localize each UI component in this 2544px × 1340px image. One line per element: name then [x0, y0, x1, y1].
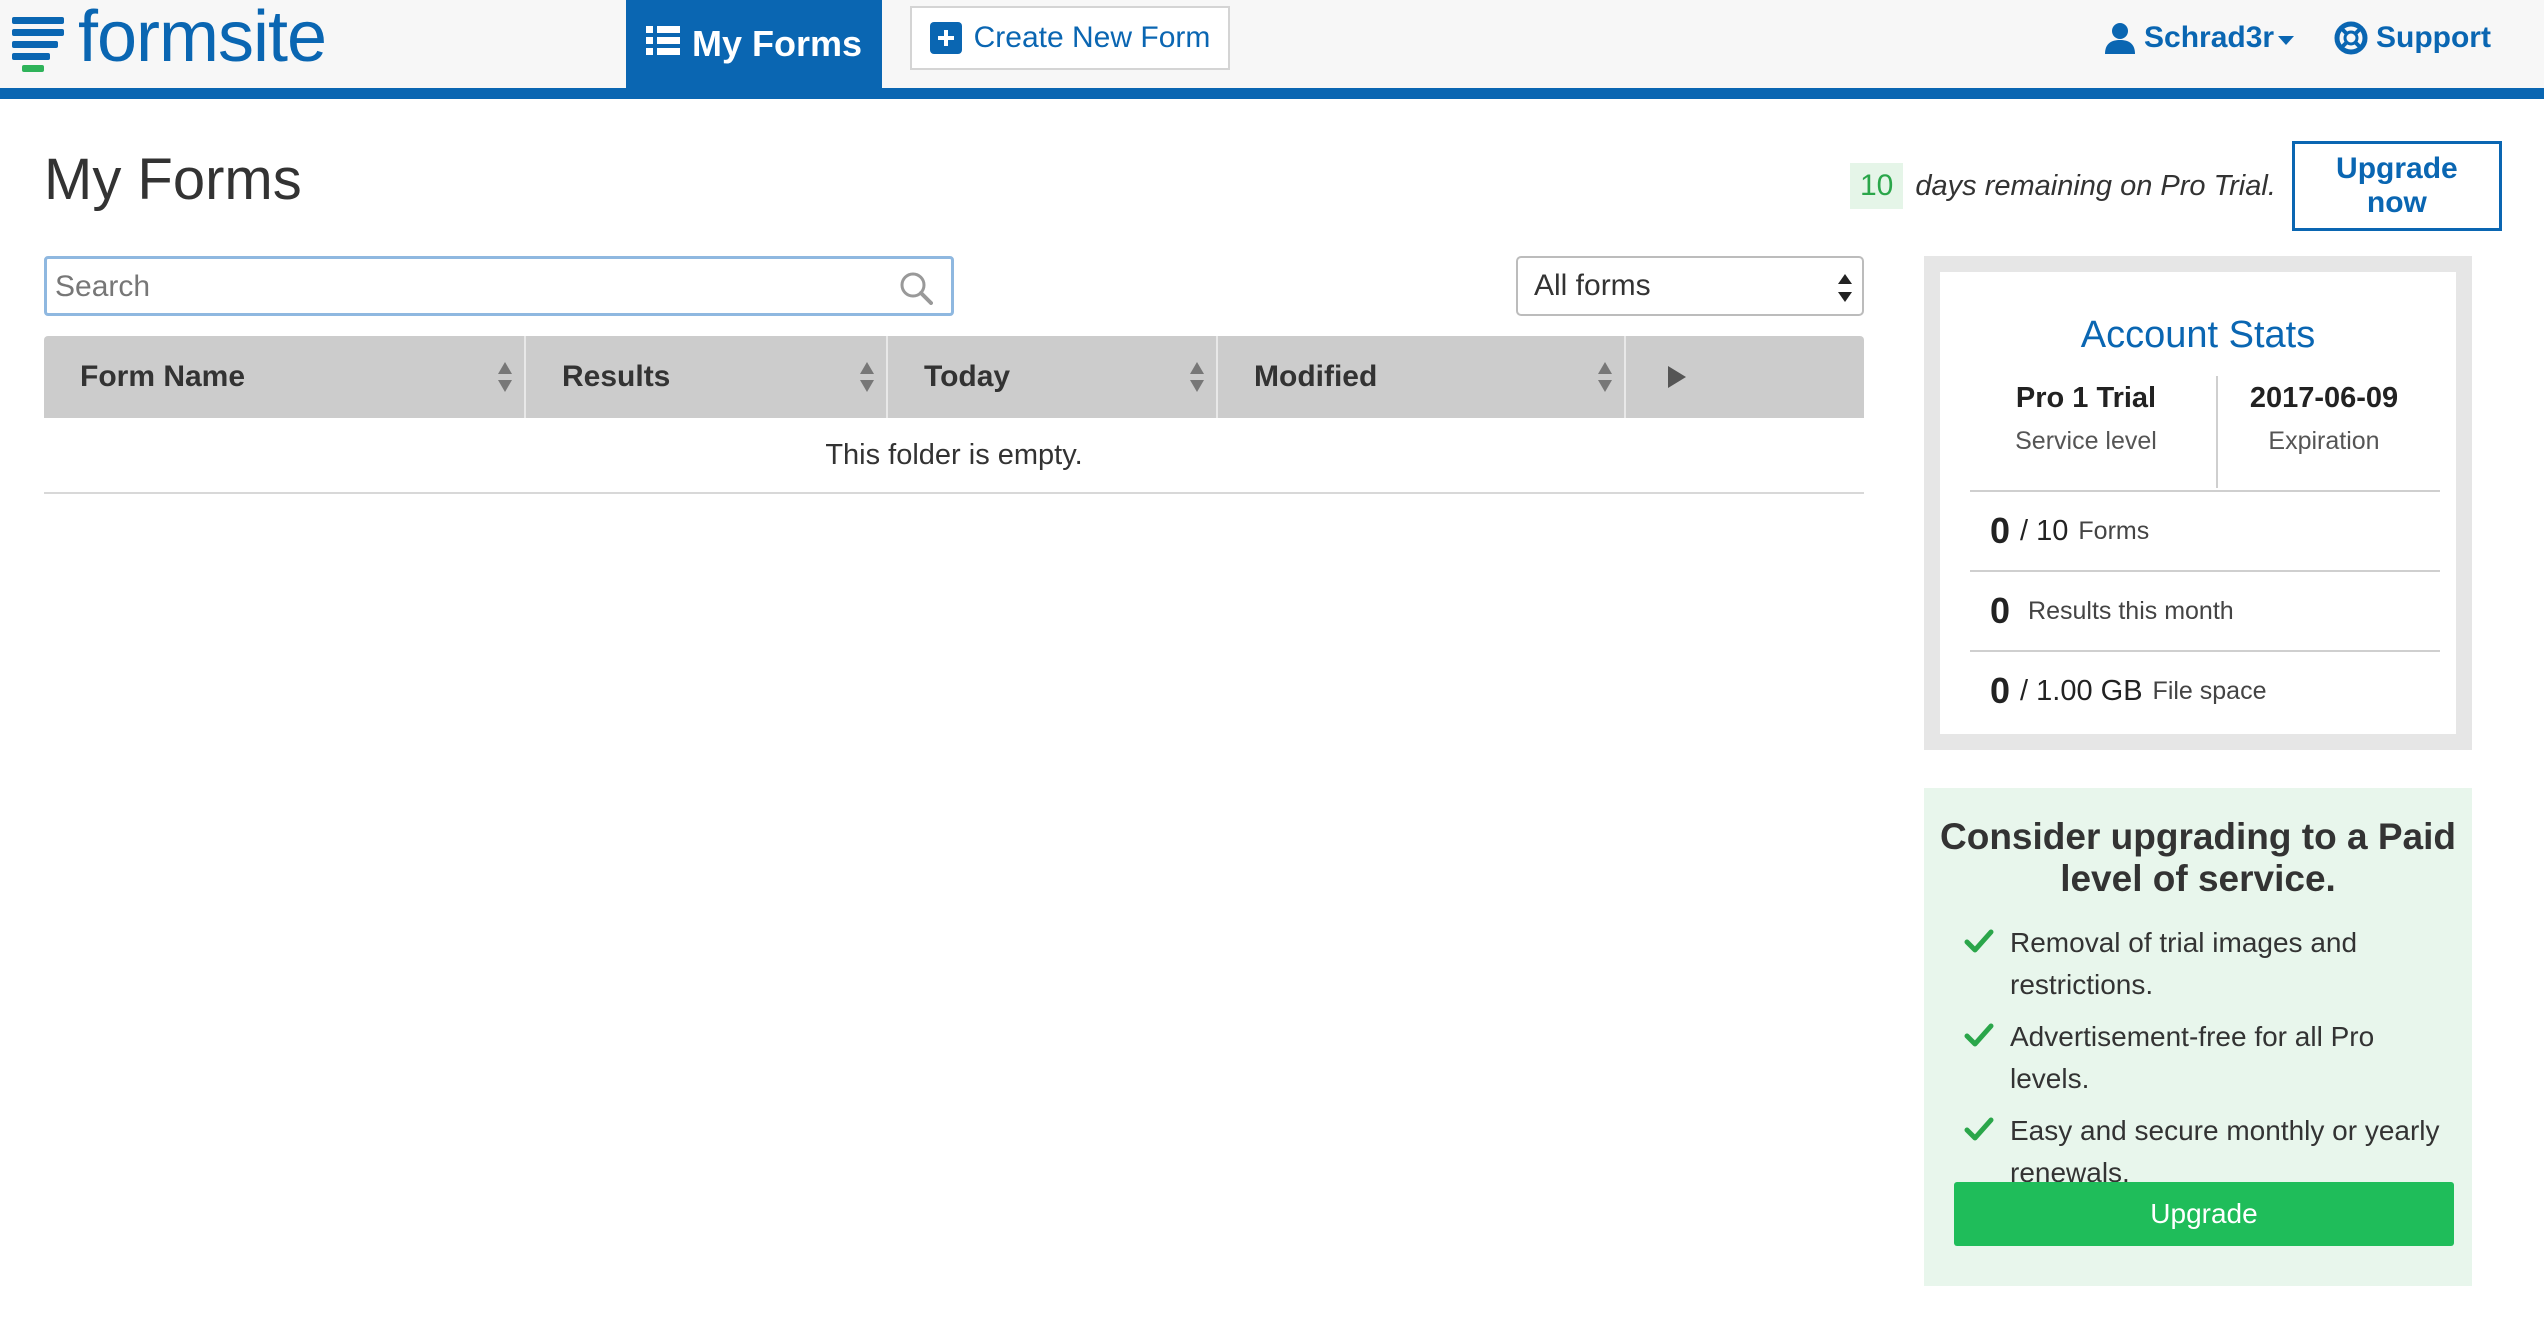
trial-text: days remaining on Pro Trial.	[1915, 169, 2276, 202]
nav-my-forms[interactable]: My Forms	[626, 0, 882, 88]
user-icon	[2105, 23, 2135, 54]
upgrade-benefits-list: Removal of trial images and restrictions…	[1964, 922, 2454, 1204]
create-new-form-button[interactable]: Create New Form	[910, 6, 1230, 70]
service-level-label: Service level	[2015, 427, 2157, 455]
account-stats-card: Account Stats Pro 1 Trial Service level …	[1940, 272, 2456, 734]
upgrade-promo-panel: Consider upgrading to a Paid level of se…	[1924, 788, 2472, 1286]
lifebuoy-icon	[2334, 21, 2368, 55]
forms-filter-value: All forms	[1534, 269, 1651, 302]
sort-icon	[498, 362, 512, 392]
column-header-form-name[interactable]: Form Name	[44, 336, 526, 418]
stats-file-space-row: 0 / 1.00 GB File space	[1970, 650, 2440, 730]
column-header-results[interactable]: Results	[526, 336, 888, 418]
trial-days-badge: 10	[1850, 163, 1904, 209]
checkmark-icon	[1964, 929, 1994, 953]
list-item: Removal of trial images and restrictions…	[1964, 922, 2454, 1006]
forms-table-header: Form Name Results Today Modified	[44, 336, 1864, 418]
stats-results-row: 0 Results this month	[1970, 570, 2440, 650]
expiration-value: 2017-06-09	[2249, 382, 2399, 414]
sort-icon	[860, 362, 874, 392]
upgrade-now-button[interactable]: Upgrade now	[2291, 141, 2502, 231]
column-expand-toggle[interactable]	[1626, 336, 1864, 418]
plus-square-icon	[929, 22, 962, 54]
expiration: 2017-06-09 Expiration	[2208, 382, 2440, 456]
formsite-logo[interactable]: formsite	[12, 0, 327, 80]
empty-folder-message: This folder is empty.	[44, 418, 1864, 494]
forms-filter-select[interactable]: All forms	[1516, 256, 1864, 316]
chevron-down-icon	[2278, 35, 2295, 45]
user-name: Schrad3r	[2144, 21, 2275, 54]
nav-my-forms-label: My Forms	[691, 23, 863, 64]
checkmark-icon	[1964, 1117, 1994, 1141]
user-menu[interactable]: Schrad3r	[2104, 14, 2295, 62]
service-level: Pro 1 Trial Service level	[1970, 382, 2202, 456]
select-arrows-icon	[1838, 274, 1852, 302]
upgrade-button[interactable]: Upgrade	[1954, 1182, 2454, 1246]
create-new-form-label: Create New Form	[973, 21, 1211, 54]
account-stats-panel: Account Stats Pro 1 Trial Service level …	[1924, 256, 2472, 750]
search-icon[interactable]	[899, 271, 933, 305]
top-navigation-underline	[0, 88, 2544, 99]
upgrade-promo-title: Consider upgrading to a Paid level of se…	[1940, 816, 2456, 899]
search-box	[44, 256, 954, 316]
column-header-today[interactable]: Today	[888, 336, 1218, 418]
sort-icon	[1598, 362, 1612, 392]
sort-icon	[1190, 362, 1204, 392]
page-title: My Forms	[44, 147, 302, 212]
column-header-modified[interactable]: Modified	[1218, 336, 1626, 418]
support-label: Support	[2376, 21, 2491, 54]
expiration-label: Expiration	[2268, 427, 2380, 455]
play-right-icon	[1668, 366, 1686, 388]
search-input[interactable]	[55, 265, 875, 309]
list-item: Advertisement-free for all Pro levels.	[1964, 1016, 2454, 1100]
logo-lines-icon	[12, 11, 64, 72]
list-icon	[645, 23, 680, 65]
account-stats-title: Account Stats	[2080, 314, 2316, 356]
support-link[interactable]: Support	[2334, 14, 2491, 62]
stats-forms-row: 0 / 10 Forms	[1970, 490, 2440, 570]
checkmark-icon	[1964, 1023, 1994, 1047]
service-level-value: Pro 1 Trial	[2015, 382, 2157, 414]
trial-notice: 10 days remaining on Pro Trial. Upgrade …	[1850, 141, 2502, 231]
logo-text: formsite	[78, 0, 327, 77]
